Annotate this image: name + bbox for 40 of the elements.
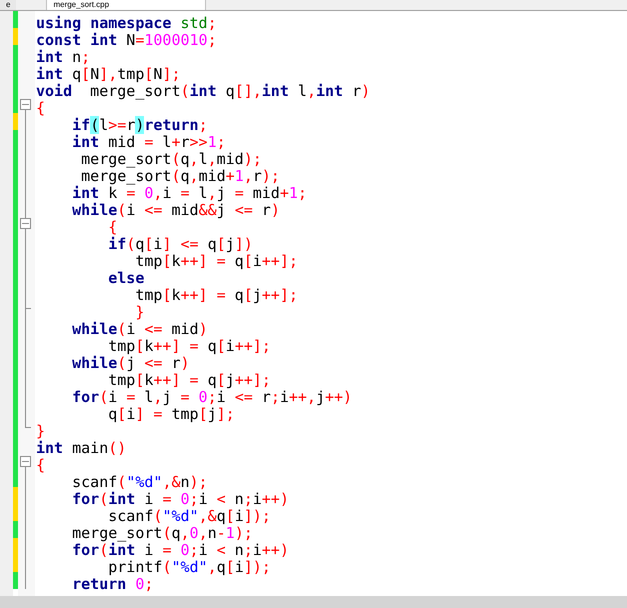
- code-line: merge_sort(q,mid+1,r);: [80, 168, 280, 185]
- code-line: {: [107, 219, 118, 236]
- code-line: {: [36, 457, 46, 474]
- code-line: while(i <= mid&&j <= r): [71, 202, 280, 219]
- code-line: scanf("%d",&q[i]);: [107, 508, 271, 525]
- fold-toggle[interactable]: [20, 456, 31, 467]
- code-line: for(int i = 0;i < n;i++): [71, 542, 289, 559]
- code-line: }: [36, 423, 46, 440]
- code-line: }: [134, 304, 144, 321]
- code-line: int main(): [36, 440, 126, 457]
- code-line: int q[N],tmp[N];: [36, 66, 180, 83]
- file-tab[interactable]: merge_sort.cpp: [46, 0, 206, 10]
- code-line: tmp[k++] = q[j++];: [107, 372, 271, 389]
- code-line: {: [36, 100, 46, 117]
- code-line: while(i <= mid): [71, 321, 208, 338]
- code-line: if(l>=r)return;: [71, 117, 208, 134]
- code-line: scanf("%d",&n);: [71, 474, 208, 491]
- code-line: tmp[k++] = q[i++];: [107, 338, 271, 355]
- fold-toggle[interactable]: [20, 99, 31, 110]
- code-line: merge_sort(q,0,n-1);: [71, 525, 253, 542]
- code-line: merge_sort(q,l,mid);: [80, 151, 262, 168]
- code-line: for(i = l,j = 0;i <= r;i++,j++): [71, 389, 352, 406]
- code-line: for(int i = 0;i < n;i++): [71, 491, 289, 508]
- code-line: tmp[k++] = q[i++];: [134, 253, 298, 270]
- code-line: void merge_sort(int q[],int l,int r): [36, 83, 370, 100]
- code-line: else: [107, 270, 144, 287]
- code-line: q[i] = tmp[j];: [107, 406, 235, 423]
- code-line: return 0;: [71, 576, 154, 593]
- code-line: int mid = l+r>>1;: [71, 134, 226, 151]
- code-line: tmp[k++] = q[j++];: [134, 287, 298, 304]
- code-line: printf("%d",q[i]);: [107, 559, 271, 576]
- code-line: if(q[i] <= q[j]): [107, 236, 253, 253]
- code-line: while(j <= r): [71, 355, 190, 372]
- fold-toggle[interactable]: [20, 218, 31, 229]
- code-line: using namespace std;: [36, 15, 217, 32]
- file-tab[interactable]: e: [0, 0, 16, 10]
- horizontal-scrollbar[interactable]: [0, 596, 627, 608]
- code-line: const int N=1000010;: [36, 32, 217, 49]
- code-line: int k = 0,i = l,j = mid+1;: [71, 185, 307, 202]
- code-line: int n;: [36, 49, 90, 66]
